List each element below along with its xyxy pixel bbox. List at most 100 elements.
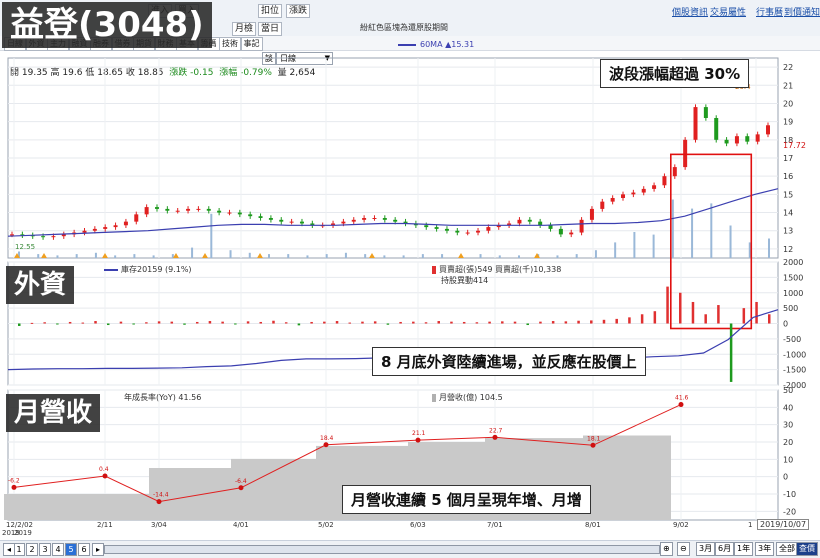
net-buy-bar [297,323,301,326]
candle-body [113,225,118,228]
range-button-2[interactable]: 1年 [734,542,754,556]
candle-body [548,225,553,229]
net-buy-bar [424,322,428,324]
yoy-data-label: 0.4 [99,466,109,473]
net-buy-bar [30,322,34,324]
page-button-6[interactable]: 6 [78,543,90,556]
range-button-4[interactable]: 全部 [776,542,798,556]
yoy-point [11,484,17,490]
revenue-y-tick-7: -20 [783,507,796,516]
yoy-legend: 年成長率(YoY) 41.56 [124,393,202,402]
net-buy-bar [323,321,326,324]
net-buy-bar [399,321,402,324]
low-price-tag: 12.55 [15,243,35,251]
net-buy-bar [539,321,542,324]
net-buy-bar [628,317,631,324]
yoy-point [102,473,108,479]
net-buy-bar [208,321,212,324]
page-button-5[interactable]: 5 [65,543,77,556]
event-marker [202,253,208,258]
net-buy-bar [373,321,377,324]
candle-body [227,212,232,214]
page-button-2[interactable]: 2 [26,543,38,556]
yoy-data-label: 22.7 [489,427,503,434]
net-buy-bar [170,321,174,324]
current-date: 2019/10/07 [757,519,810,530]
net-buy-bar [132,323,135,325]
volume-bar [133,254,136,258]
candle-body [372,218,377,219]
range-button-0[interactable]: 3月 [696,542,716,556]
volume-bar [479,254,482,258]
candle-body [476,230,481,233]
net-buy-bar [704,314,707,324]
yoy-point [492,434,498,440]
price-y-tick-1: 13 [783,227,793,236]
volume-bar [421,254,424,258]
event-marker [257,253,263,258]
net-buy-bar [18,323,21,326]
candle-body [279,219,284,222]
net-buy-bar [195,321,199,324]
date-tick-6: 7/01 [487,521,503,529]
candle-body [51,236,56,238]
next-page-icon[interactable]: ▸ [92,543,104,556]
candle-body [123,221,128,226]
net-buy-bar [157,321,161,324]
date-tick-1: 2/11 [97,521,113,529]
range-button-1[interactable]: 6月 [715,542,735,556]
revenue-y-tick-5: 0 [783,473,788,482]
volume-bar [94,252,97,258]
date-tick-0: 12/2/02 [6,521,33,529]
range-button-3[interactable]: 3年 [755,542,775,556]
candle-body [165,208,170,211]
revenue-bar [583,435,671,520]
volume-bar [402,255,405,258]
yoy-data-label: 21.1 [412,430,426,437]
candle-body [134,214,139,222]
zoom-out-icon[interactable]: ⊖ [677,542,690,556]
net-buy-bar [348,322,352,324]
stock-title: 益登(3048) [2,2,212,48]
date-tick-7: 8/01 [585,521,601,529]
volume-bar [748,242,751,258]
foreign-y-tick-1: 1500 [783,273,803,282]
page-button-4[interactable]: 4 [52,543,64,556]
candle-body [258,216,263,218]
page-button-3[interactable]: 3 [39,543,51,556]
zoom-in-icon[interactable]: ⊕ [660,542,673,556]
net-buy-bar [640,314,644,324]
volume-bar [575,254,578,258]
range-button-5[interactable]: 查價 [796,542,818,556]
volume-bar [768,238,770,258]
candle-body [268,218,273,220]
volume-bar [364,254,367,258]
scroll-track[interactable] [104,545,660,554]
price-y-tick-0: 12 [783,245,793,254]
date-tick-5: 6/03 [410,521,426,529]
trade-legend: 買賣超(張)549 買賣超(千)10,338 [432,264,561,275]
first-page-icon[interactable]: ◂ [3,543,15,556]
revenue-y-tick-6: -10 [783,490,796,499]
yoy-point [323,442,329,448]
volume-bar [556,255,559,258]
candle-body [444,228,449,231]
net-buy-bar [145,322,148,324]
last-price-tag: 17.72 [783,141,806,150]
net-buy-bar [729,323,733,382]
candle-body [662,176,667,186]
revenue-y-tick-3: 20 [783,438,793,447]
candle-body [693,107,698,140]
net-buy-bar [56,323,59,325]
net-buy-bar [462,321,466,324]
candle-body [755,134,760,142]
volume-bar [710,203,713,258]
candle-body [299,221,304,224]
candle-body [206,208,211,211]
revenue-bar [50,494,95,520]
net-buy-bar [526,323,529,326]
yoy-point [415,437,421,443]
revenue-legend-swatch [432,393,436,402]
price-y-tick-9: 21 [783,81,793,90]
volume-bar [191,247,194,258]
